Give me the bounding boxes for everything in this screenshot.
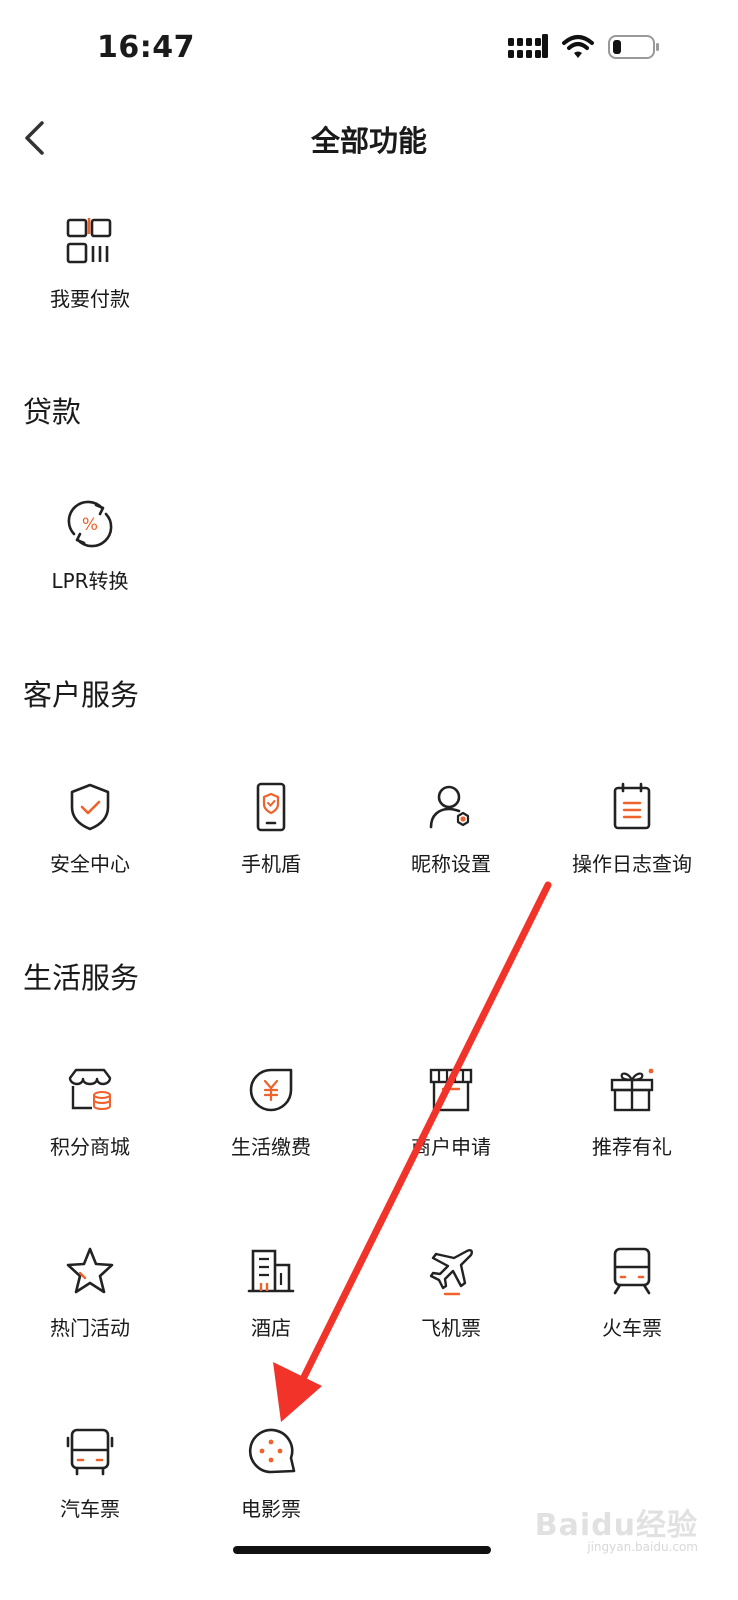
function-item-label: 昵称设置 xyxy=(411,852,491,876)
svg-text:%: % xyxy=(82,515,98,535)
points-mall-icon xyxy=(68,1068,112,1111)
user-settings-icon xyxy=(429,785,470,829)
function-item-label: 热门活动 xyxy=(50,1316,130,1340)
section-title-loan: 贷款 xyxy=(23,395,82,429)
function-item-label: 推荐有礼 xyxy=(592,1135,672,1159)
home-indicator[interactable] xyxy=(233,1546,491,1554)
function-item-label: 酒店 xyxy=(251,1316,291,1340)
function-item-phone-shield[interactable]: 手机盾 xyxy=(181,779,361,877)
bus-icon xyxy=(66,1428,114,1476)
function-item-pay[interactable]: 我要付款 xyxy=(0,214,180,312)
function-item-security-center[interactable]: 安全中心 xyxy=(0,779,180,877)
function-item-label: 安全中心 xyxy=(50,852,130,876)
function-item-lpr[interactable]: % LPR转换 xyxy=(0,496,180,594)
phone-shield-icon xyxy=(256,782,286,832)
yuan-bill-icon xyxy=(249,1068,293,1112)
movie-film-icon xyxy=(248,1428,296,1474)
function-item-label: 汽车票 xyxy=(60,1497,120,1521)
function-item-train[interactable]: 火车票 xyxy=(542,1243,722,1341)
function-item-hotel[interactable]: 酒店 xyxy=(181,1243,361,1341)
status-time: 16:47 xyxy=(97,30,195,65)
gift-icon xyxy=(610,1068,654,1112)
function-item-bus[interactable]: 汽车票 xyxy=(0,1424,180,1522)
nav-bar: 全部功能 xyxy=(0,100,738,172)
hotel-building-icon xyxy=(247,1249,295,1293)
section-title-life-service: 生活服务 xyxy=(23,961,140,995)
watermark-url: jingyan.baidu.com xyxy=(587,1540,698,1554)
function-item-label: 飞机票 xyxy=(421,1316,481,1340)
cellular-signal-icon xyxy=(508,34,548,58)
function-item-points-mall[interactable]: 积分商城 xyxy=(0,1062,180,1160)
status-bar: 16:47 xyxy=(0,0,738,100)
function-item-operation-log[interactable]: 操作日志查询 xyxy=(542,779,722,877)
function-item-merchant-apply[interactable]: 商户申请 xyxy=(361,1062,541,1160)
function-item-label: 我要付款 xyxy=(50,287,130,311)
wifi-icon xyxy=(562,35,594,58)
train-icon xyxy=(613,1247,651,1295)
airplane-icon xyxy=(429,1249,473,1296)
function-item-label: 火车票 xyxy=(602,1316,662,1340)
function-item-label: 手机盾 xyxy=(241,852,301,876)
qr-payment-icon xyxy=(66,218,112,264)
function-item-label: 电影票 xyxy=(241,1497,301,1521)
function-item-label: LPR转换 xyxy=(51,569,129,593)
function-item-nickname[interactable]: 昵称设置 xyxy=(361,779,541,877)
function-item-movie[interactable]: 电影票 xyxy=(181,1424,361,1522)
function-item-label: 生活缴费 xyxy=(231,1135,311,1159)
watermark-logo: Baidu经验 xyxy=(534,1508,698,1543)
log-calendar-icon xyxy=(613,782,651,830)
shield-check-icon xyxy=(70,783,110,831)
star-icon xyxy=(66,1247,114,1294)
percent-exchange-icon: % xyxy=(67,500,113,548)
function-item-bill-pay[interactable]: 生活缴费 xyxy=(181,1062,361,1160)
section-title-customer-service: 客户服务 xyxy=(23,678,140,712)
storefront-icon xyxy=(429,1068,473,1112)
page-title: 全部功能 xyxy=(310,124,427,158)
function-item-label: 操作日志查询 xyxy=(572,852,692,876)
function-item-referral-gift[interactable]: 推荐有礼 xyxy=(542,1062,722,1160)
function-item-flight[interactable]: 飞机票 xyxy=(361,1243,541,1341)
function-item-label: 积分商城 xyxy=(50,1135,130,1159)
function-item-hot-events[interactable]: 热门活动 xyxy=(0,1243,180,1341)
battery-icon xyxy=(608,35,659,59)
function-item-label: 商户申请 xyxy=(411,1135,491,1159)
